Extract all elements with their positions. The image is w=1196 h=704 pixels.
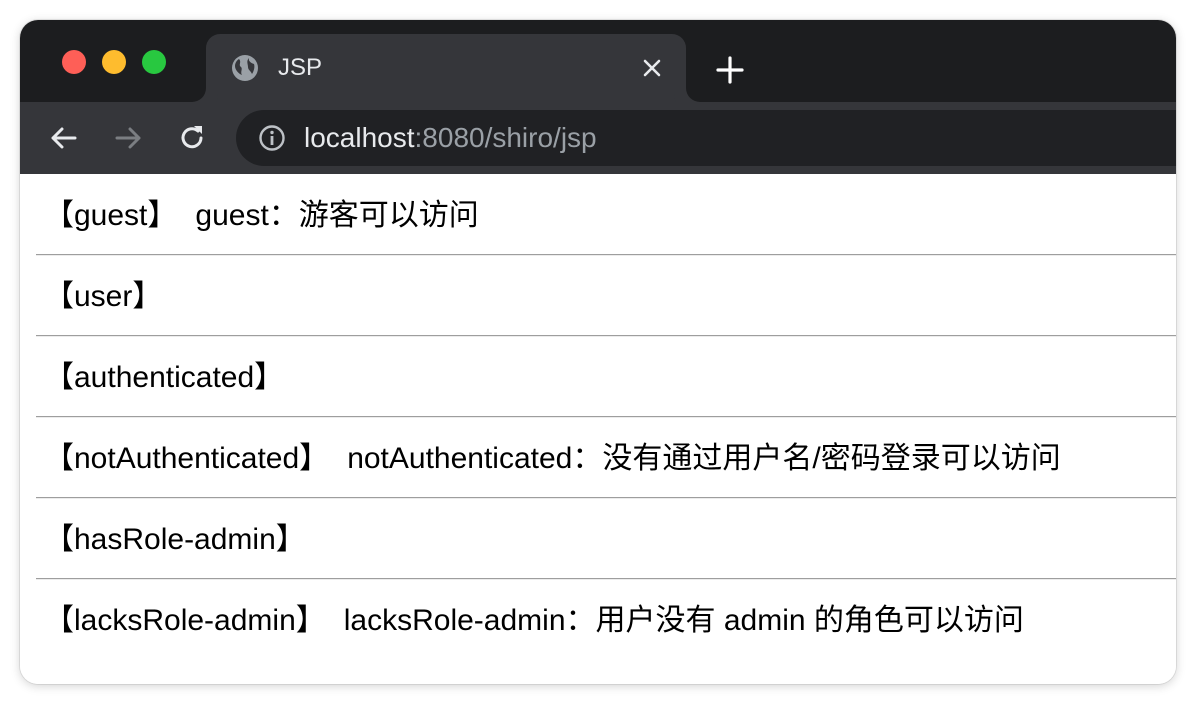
url-path: :8080/shiro/jsp xyxy=(414,122,597,153)
item-label: 【notAuthenticated】 xyxy=(44,442,330,475)
list-item-has-role-admin: 【hasRole-admin】 xyxy=(44,498,1176,579)
list-item-guest: 【guest】 guest：游客可以访问 xyxy=(44,174,1176,255)
item-text: guest：游客可以访问 xyxy=(195,199,479,232)
item-label: 【authenticated】 xyxy=(44,361,285,394)
tab-jsp[interactable]: JSP xyxy=(206,34,686,102)
item-text: notAuthenticated：没有通过用户名/密码登录可以访问 xyxy=(347,442,1061,475)
url-text[interactable]: localhost:8080/shiro/jsp xyxy=(304,122,597,154)
arrow-left-icon[interactable] xyxy=(46,120,82,156)
address-bar[interactable]: localhost:8080/shiro/jsp xyxy=(236,110,1176,166)
browser-window: JSP localhost:8080/shiro/jsp 【guest】 gue… xyxy=(20,20,1176,684)
page-content: 【guest】 guest：游客可以访问 【user】 【authenticate… xyxy=(20,174,1176,684)
globe-icon xyxy=(232,55,258,81)
url-host: localhost xyxy=(304,122,415,153)
item-label: 【user】 xyxy=(44,280,163,313)
list-item-lacks-role-admin: 【lacksRole-admin】 lacksRole-admin：用户没有 ad… xyxy=(44,579,1176,660)
window-close-button[interactable] xyxy=(62,50,86,74)
list-item-not-authenticated: 【notAuthenticated】 notAuthenticated：没有通过用… xyxy=(44,417,1176,498)
close-icon[interactable] xyxy=(638,54,666,82)
list-item-authenticated: 【authenticated】 xyxy=(44,336,1176,417)
window-maximize-button[interactable] xyxy=(142,50,166,74)
item-label: 【guest】 xyxy=(44,199,178,232)
title-bar: JSP xyxy=(20,20,1176,102)
tab-title: JSP xyxy=(278,54,323,81)
item-text: lacksRole-admin：用户没有 admin 的角色可以访问 xyxy=(343,604,1024,637)
plus-icon[interactable] xyxy=(712,52,748,88)
reload-icon[interactable] xyxy=(174,120,210,156)
arrow-right-icon[interactable] xyxy=(110,120,146,156)
list-item-user: 【user】 xyxy=(44,255,1176,336)
info-icon[interactable] xyxy=(258,124,286,152)
item-label: 【lacksRole-admin】 xyxy=(44,604,326,637)
item-label: 【hasRole-admin】 xyxy=(44,523,306,556)
browser-toolbar: localhost:8080/shiro/jsp xyxy=(20,102,1176,174)
window-minimize-button[interactable] xyxy=(102,50,126,74)
